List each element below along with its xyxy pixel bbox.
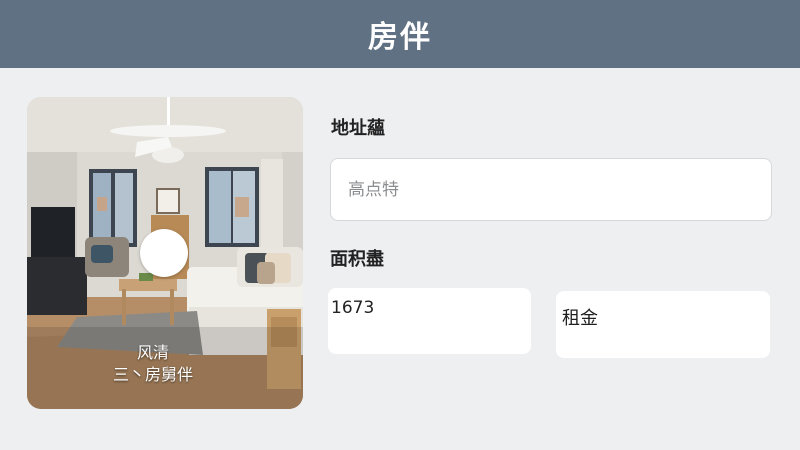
photo-caption-line2: 三丶房舅伴 xyxy=(112,365,193,384)
app-title: 房伴 xyxy=(368,20,432,55)
avatar[interactable] xyxy=(140,229,188,277)
address-input[interactable] xyxy=(330,158,772,221)
main-panel: 风清 三丶房舅伴 地址蘊 面积盡 租金 xyxy=(0,68,800,450)
address-label: 地址蘊 xyxy=(331,118,385,139)
app-header: 房伴 xyxy=(0,0,800,68)
photo-caption-line1: 风清 xyxy=(136,343,169,362)
rent-label: 租金 xyxy=(562,308,598,329)
area-input[interactable] xyxy=(328,288,531,354)
photo-caption: 风清 三丶房舅伴 xyxy=(27,342,303,386)
room-photo[interactable]: 风清 三丶房舅伴 xyxy=(27,97,303,409)
rent-field[interactable]: 租金 xyxy=(556,291,770,358)
area-label: 面积盡 xyxy=(330,249,384,270)
bottom-edge xyxy=(0,438,800,450)
